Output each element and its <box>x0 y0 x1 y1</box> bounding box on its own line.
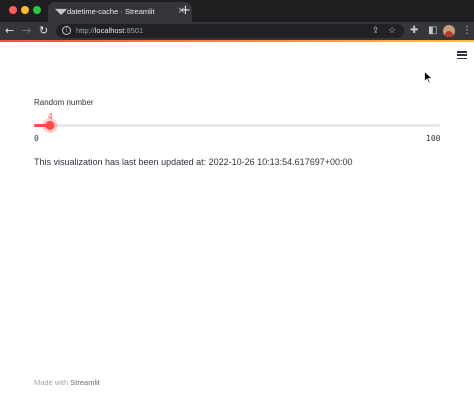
main-menu-icon[interactable] <box>457 51 467 59</box>
slider-label: Random number <box>34 98 94 107</box>
profile-avatar[interactable] <box>443 25 455 37</box>
new-tab-button[interactable]: + <box>180 4 191 17</box>
url-scheme: http:// <box>76 26 95 35</box>
url-text[interactable]: http://localhost:8501 <box>76 26 143 36</box>
close-window-button[interactable] <box>9 6 17 14</box>
sidebar-icon[interactable]: ◧ <box>428 24 437 38</box>
slider-min-label: 0 <box>34 134 39 143</box>
share-icon[interactable]: ⇪ <box>372 25 380 37</box>
browser-titlebar: ◥◤ datetime-cache · Streamlit × + <box>0 0 474 22</box>
menu-line <box>457 51 467 53</box>
info-icon[interactable]: i <box>62 26 71 35</box>
slider-max-label: 100 <box>426 134 441 143</box>
forward-icon[interactable]: → <box>22 24 31 38</box>
maximize-window-button[interactable] <box>33 6 41 14</box>
browser-toolbar: ← → ↻ i http://localhost:8501 ⇪ ☆ ✚ ◧ ⋮ <box>0 22 474 40</box>
header-decoration <box>0 40 474 42</box>
reload-icon[interactable]: ↻ <box>39 24 48 38</box>
slider-track[interactable] <box>34 124 440 127</box>
minimize-window-button[interactable] <box>21 6 29 14</box>
star-icon[interactable]: ☆ <box>388 25 396 37</box>
browser-tab[interactable]: ◥◤ datetime-cache · Streamlit × <box>48 2 192 22</box>
url-port: :8501 <box>124 26 144 35</box>
extensions-icon[interactable]: ✚ <box>410 24 418 38</box>
url-host: localhost <box>94 26 125 35</box>
footer: Made with Streamlit <box>34 378 100 387</box>
streamlit-link[interactable]: Streamlit <box>70 378 100 387</box>
slider-thumb[interactable] <box>45 121 55 130</box>
streamlit-favicon-icon: ◥◤ <box>55 7 68 16</box>
last-updated-text: This visualization has last been updated… <box>34 157 353 167</box>
menu-line <box>457 54 467 56</box>
menu-line <box>457 57 467 59</box>
back-icon[interactable]: ← <box>5 24 14 38</box>
slider-value: 4 <box>47 112 53 121</box>
mouse-cursor-icon <box>424 71 433 84</box>
more-icon[interactable]: ⋮ <box>462 24 472 38</box>
tab-title: datetime-cache · Streamlit <box>67 7 155 16</box>
footer-prefix: Made with <box>34 378 71 387</box>
address-bar[interactable]: i http://localhost:8501 ⇪ ☆ <box>56 24 404 38</box>
